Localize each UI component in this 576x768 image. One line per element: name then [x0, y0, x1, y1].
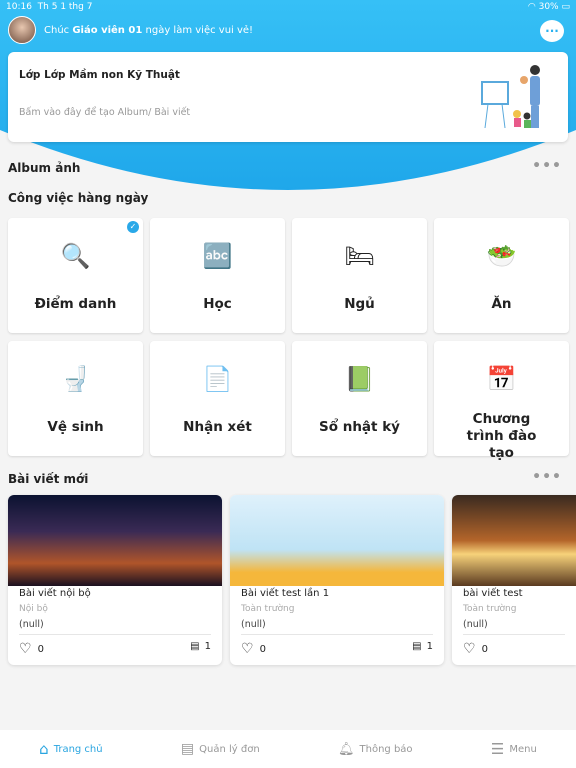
post-audience: Nội bộ	[19, 604, 48, 614]
tile-label: Sổ nhật ký	[319, 419, 400, 435]
tile-label: Nhận xét	[183, 419, 252, 435]
nav-menu[interactable]: ☰ Menu	[491, 740, 537, 758]
post-note: (null)	[463, 619, 488, 630]
post-title: bài viết test	[463, 588, 523, 599]
heart-icon: ♡	[19, 641, 32, 657]
post-card[interactable]: bài viết test Toàn trường (null) ♡ 0	[452, 495, 576, 665]
nav-requests[interactable]: ▤ Quản lý đơn	[181, 741, 260, 757]
daily-section-title: Công việc hàng ngày	[8, 191, 149, 205]
calendar-icon: 📅	[486, 365, 517, 393]
like-count: 0	[259, 643, 266, 655]
battery-level: 30%	[538, 2, 559, 12]
heart-icon: ♡	[463, 641, 476, 657]
tile-label: Vệ sinh	[47, 419, 104, 435]
status-bar: 10:16 Th 5 1 thg 7 ◠ 30% ▭	[6, 2, 570, 12]
like-button[interactable]: ♡ 0	[463, 641, 488, 657]
post-image	[452, 495, 576, 586]
document-icon: ▤	[180, 741, 195, 757]
nav-label: Menu	[509, 743, 537, 755]
comment-count: 1	[426, 641, 433, 652]
tile-diary[interactable]: 📗 Sổ nhật ký	[292, 341, 427, 456]
teacher-illustration	[481, 65, 540, 129]
greeting: Chúc Giáo viên 01 ngày làm việc vui vẻ!	[8, 16, 253, 44]
abc-board-icon: 🔤	[202, 242, 233, 270]
post-card[interactable]: Bài viết test lần 1 Toàn trường (null) ♡…	[230, 495, 444, 665]
bell-icon: 🔔︎	[338, 741, 355, 757]
chat-icon[interactable]: ···	[540, 20, 564, 42]
diary-icon: 📗	[344, 365, 375, 393]
magnifier-child-icon: 🔍	[60, 242, 91, 270]
nav-home[interactable]: ⌂ Trang chủ	[39, 740, 102, 758]
post-audience: Toàn trường	[463, 604, 517, 614]
home-icon: ⌂	[39, 740, 49, 758]
wifi-icon: ◠	[527, 2, 536, 12]
comment-icon: ▤	[190, 641, 200, 652]
bed-icon: 🛏	[344, 242, 375, 270]
tile-abc-board[interactable]: 🔤 Học	[150, 218, 285, 333]
date: Th 5 1 thg 7	[37, 2, 93, 12]
heart-icon: ♡	[241, 641, 254, 657]
like-button[interactable]: ♡ 0	[19, 641, 44, 657]
posts-section-title: Bài viết mới	[8, 472, 89, 486]
divider	[463, 634, 565, 635]
comment-icon: ▤	[412, 641, 422, 652]
greeting-suffix: ngày làm việc vui vẻ!	[145, 24, 254, 36]
note-icon: 📄	[202, 365, 233, 393]
avatar[interactable]	[8, 16, 36, 44]
tile-note[interactable]: 📄 Nhận xét	[150, 341, 285, 456]
tile-label: Học	[203, 296, 232, 312]
nav-label: Trang chủ	[53, 743, 103, 755]
greeting-prefix: Chúc	[44, 24, 70, 36]
create-post-hint: Bấm vào đây để tạo Album/ Bài viết	[19, 107, 191, 118]
like-button[interactable]: ♡ 0	[241, 641, 266, 657]
battery-icon: ▭	[561, 2, 570, 12]
tile-label: Chương trình đào tạo	[466, 411, 537, 461]
tile-calendar[interactable]: 📅 Chương trình đào tạo	[434, 341, 569, 461]
album-more-icon[interactable]: •••	[532, 158, 562, 174]
tile-toilet[interactable]: 🚽 Vệ sinh	[8, 341, 143, 456]
class-card[interactable]: Lớp Lớp Mầm non Kỹ Thuật Bấm vào đây để …	[8, 52, 568, 142]
tile-label: Ăn	[491, 296, 512, 312]
like-count: 0	[481, 643, 488, 655]
like-count: 0	[37, 643, 44, 655]
nav-label: Quản lý đơn	[199, 743, 260, 755]
comment-button[interactable]: ▤ 1	[412, 641, 433, 652]
nav-notifications[interactable]: 🔔︎ Thông báo	[338, 742, 413, 757]
tile-label: Ngủ	[344, 296, 375, 312]
divider	[19, 634, 211, 635]
post-note: (null)	[19, 619, 44, 630]
comment-button[interactable]: ▤ 1	[190, 641, 211, 652]
comment-count: 1	[204, 641, 211, 652]
check-icon: ✓	[127, 221, 139, 233]
toilet-icon: 🚽	[60, 365, 91, 393]
nav-label: Thông báo	[359, 743, 413, 755]
menu-icon: ☰	[490, 740, 505, 758]
tile-food-bowl[interactable]: 🥗 Ăn	[434, 218, 569, 333]
post-title: Bài viết nội bộ	[19, 588, 91, 599]
tile-magnifier-child[interactable]: ✓ 🔍 Điểm danh	[8, 218, 143, 333]
tile-bed[interactable]: 🛏 Ngủ	[292, 218, 427, 333]
posts-more-icon[interactable]: •••	[532, 469, 562, 485]
post-card[interactable]: Bài viết nội bộ Nội bộ (null) ♡ 0 ▤ 1	[8, 495, 222, 665]
post-image	[8, 495, 222, 586]
post-note: (null)	[241, 619, 266, 630]
food-bowl-icon: 🥗	[486, 242, 517, 270]
post-title: Bài viết test lần 1	[241, 588, 330, 599]
tile-label: Điểm danh	[34, 296, 117, 312]
user-name: Giáo viên 01	[72, 24, 143, 36]
divider	[241, 634, 433, 635]
class-title: Lớp Lớp Mầm non Kỹ Thuật	[19, 69, 180, 81]
post-audience: Toàn trường	[241, 604, 295, 614]
post-image	[230, 495, 444, 586]
album-section-title: Album ảnh	[8, 161, 81, 175]
bottom-nav: ⌂ Trang chủ ▤ Quản lý đơn 🔔︎ Thông báo ☰ Men…	[0, 730, 576, 768]
time: 10:16	[6, 2, 32, 12]
